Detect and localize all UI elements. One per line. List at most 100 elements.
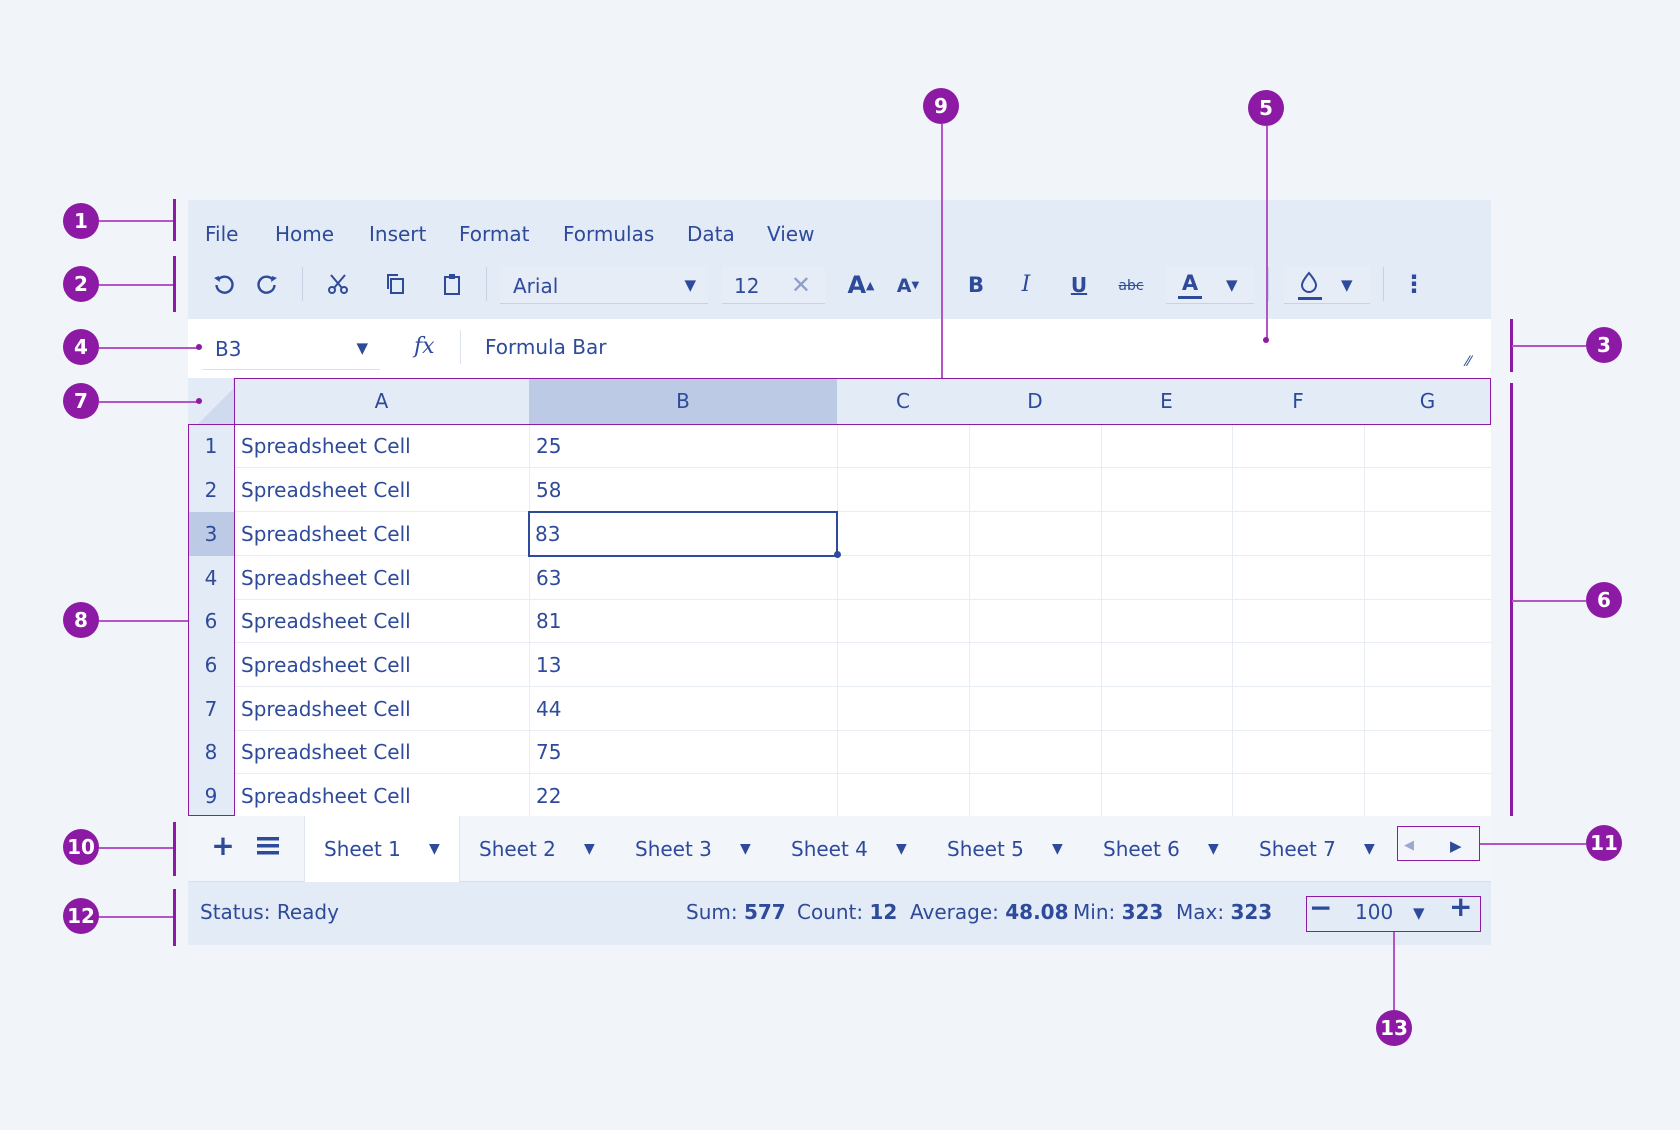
italic-icon[interactable]: I bbox=[1013, 270, 1039, 300]
menu-format[interactable]: Format bbox=[459, 224, 529, 244]
callout-badge: 6 bbox=[1586, 582, 1622, 618]
callout-leader bbox=[941, 124, 943, 378]
tab-sheet-3[interactable]: Sheet 3 ▼ bbox=[616, 816, 772, 882]
fill-color-picker[interactable]: ▼ bbox=[1284, 266, 1370, 304]
callout-leader bbox=[1512, 600, 1586, 602]
formula-input[interactable]: Formula Bar bbox=[485, 335, 606, 359]
callout-badge: 8 bbox=[63, 602, 99, 638]
stat-count-label: Count: bbox=[797, 900, 864, 924]
cell-b9[interactable]: 22 bbox=[529, 774, 837, 818]
text-color-icon: A bbox=[1181, 270, 1199, 295]
cell-b6[interactable]: 13 bbox=[529, 643, 837, 687]
cell-a8[interactable]: Spreadsheet Cell bbox=[234, 730, 529, 774]
bold-icon[interactable]: B bbox=[963, 270, 989, 300]
cell-a4[interactable]: Spreadsheet Cell bbox=[234, 556, 529, 600]
cell-a5[interactable]: Spreadsheet Cell bbox=[234, 599, 529, 643]
text-color-picker[interactable]: A ▼ bbox=[1166, 266, 1254, 304]
tab-sheet-7[interactable]: Sheet 7 ▼ bbox=[1240, 816, 1396, 882]
chevron-down-icon[interactable]: ▼ bbox=[740, 841, 751, 857]
cell-b4[interactable]: 63 bbox=[529, 556, 837, 600]
clear-icon[interactable]: ✕ bbox=[791, 271, 811, 299]
menu-home[interactable]: Home bbox=[275, 224, 334, 244]
chevron-down-icon[interactable]: ▼ bbox=[1208, 841, 1219, 857]
callout-badge: 7 bbox=[63, 383, 99, 419]
stat-sum-label: Sum: bbox=[686, 900, 738, 924]
strikethrough-icon[interactable]: abc bbox=[1113, 272, 1149, 300]
stat-average: Average: 48.08 bbox=[910, 900, 1069, 924]
cell-a1[interactable]: Spreadsheet Cell bbox=[234, 424, 529, 468]
callout-leader bbox=[99, 347, 199, 349]
fill-color-swatch bbox=[1298, 297, 1322, 300]
menu-data[interactable]: Data bbox=[687, 224, 735, 244]
font-family-select[interactable]: Arial ▼ bbox=[500, 266, 708, 304]
grid-line bbox=[1232, 424, 1233, 816]
chevron-down-icon[interactable]: ▼ bbox=[429, 841, 440, 857]
add-sheet-icon[interactable]: + bbox=[211, 828, 234, 864]
chevron-down-icon[interactable]: ▼ bbox=[584, 841, 595, 857]
callout-leader bbox=[99, 401, 199, 403]
callout-badge: 12 bbox=[63, 898, 99, 934]
sheet-list-icon[interactable] bbox=[256, 828, 280, 864]
active-cell-b3[interactable]: 83 bbox=[528, 511, 838, 557]
callout-leader bbox=[99, 847, 174, 849]
cell-b2[interactable]: 58 bbox=[529, 468, 837, 512]
tab-label: Sheet 7 bbox=[1259, 837, 1336, 861]
tab-sheet-5[interactable]: Sheet 5 ▼ bbox=[928, 816, 1084, 882]
function-icon[interactable]: fx bbox=[414, 334, 435, 359]
callout-badge: 5 bbox=[1248, 90, 1284, 126]
menu-view[interactable]: View bbox=[767, 224, 814, 244]
cell-b5[interactable]: 81 bbox=[529, 599, 837, 643]
font-size-value: 12 bbox=[734, 274, 760, 298]
tab-sheet-4[interactable]: Sheet 4 ▼ bbox=[772, 816, 928, 882]
name-box[interactable]: B3 ▼ bbox=[202, 326, 380, 370]
chevron-down-icon: ▼ bbox=[356, 339, 368, 357]
stat-sum-value: 577 bbox=[743, 900, 786, 924]
callout-dot bbox=[1263, 337, 1269, 343]
chevron-down-icon[interactable]: ▼ bbox=[1364, 841, 1375, 857]
resize-handle-icon[interactable]: ⁄⁄ bbox=[1466, 354, 1471, 370]
cell-a3[interactable]: Spreadsheet Cell bbox=[234, 512, 529, 556]
cell-a6[interactable]: Spreadsheet Cell bbox=[234, 643, 529, 687]
callout-outline bbox=[1306, 896, 1481, 932]
cell-a7[interactable]: Spreadsheet Cell bbox=[234, 687, 529, 731]
menu-insert[interactable]: Insert bbox=[369, 224, 426, 244]
callout-badge: 9 bbox=[923, 88, 959, 124]
undo-icon[interactable] bbox=[210, 268, 238, 300]
font-family-value: Arial bbox=[513, 274, 559, 298]
chevron-down-icon[interactable]: ▼ bbox=[1052, 841, 1063, 857]
cell-b7[interactable]: 44 bbox=[529, 687, 837, 731]
toolbar-divider bbox=[486, 267, 487, 301]
cell-a2[interactable]: Spreadsheet Cell bbox=[234, 468, 529, 512]
tab-sheet-1[interactable]: Sheet 1 ▼ bbox=[304, 816, 460, 882]
more-icon[interactable]: ⋮ bbox=[1402, 268, 1426, 300]
tab-label: Sheet 2 bbox=[479, 837, 556, 861]
decrease-font-icon[interactable]: A ▼ bbox=[894, 272, 922, 300]
toolbar-divider bbox=[1383, 267, 1384, 301]
paste-icon[interactable] bbox=[437, 268, 467, 300]
callout-dot bbox=[196, 344, 202, 350]
redo-icon[interactable] bbox=[253, 268, 281, 300]
cell-b8[interactable]: 75 bbox=[529, 730, 837, 774]
cut-icon[interactable] bbox=[323, 268, 353, 300]
callout-leader bbox=[1512, 345, 1586, 347]
tab-sheet-6[interactable]: Sheet 6 ▼ bbox=[1084, 816, 1240, 882]
tab-label: Sheet 1 bbox=[324, 837, 401, 861]
callout-badge: 13 bbox=[1376, 1010, 1412, 1046]
grid-line bbox=[969, 424, 970, 816]
callout-outline bbox=[188, 424, 235, 816]
stat-min: Min: 323 bbox=[1073, 900, 1163, 924]
chevron-down-icon[interactable]: ▼ bbox=[896, 841, 907, 857]
menu-formulas[interactable]: Formulas bbox=[563, 224, 654, 244]
cell-b1[interactable]: 25 bbox=[529, 424, 837, 468]
menu-file[interactable]: File bbox=[205, 224, 238, 244]
stat-average-value: 48.08 bbox=[1005, 900, 1069, 924]
underline-icon[interactable]: U bbox=[1066, 270, 1092, 300]
increase-font-icon[interactable]: A ▲ bbox=[846, 270, 876, 300]
stat-average-label: Average: bbox=[910, 900, 999, 924]
copy-icon[interactable] bbox=[380, 268, 410, 300]
cell-a9[interactable]: Spreadsheet Cell bbox=[234, 774, 529, 818]
stat-max-value: 323 bbox=[1230, 900, 1273, 924]
font-size-input[interactable]: 12 ✕ bbox=[722, 266, 825, 304]
tab-sheet-2[interactable]: Sheet 2 ▼ bbox=[460, 816, 616, 882]
callout-leader bbox=[1393, 932, 1395, 1010]
